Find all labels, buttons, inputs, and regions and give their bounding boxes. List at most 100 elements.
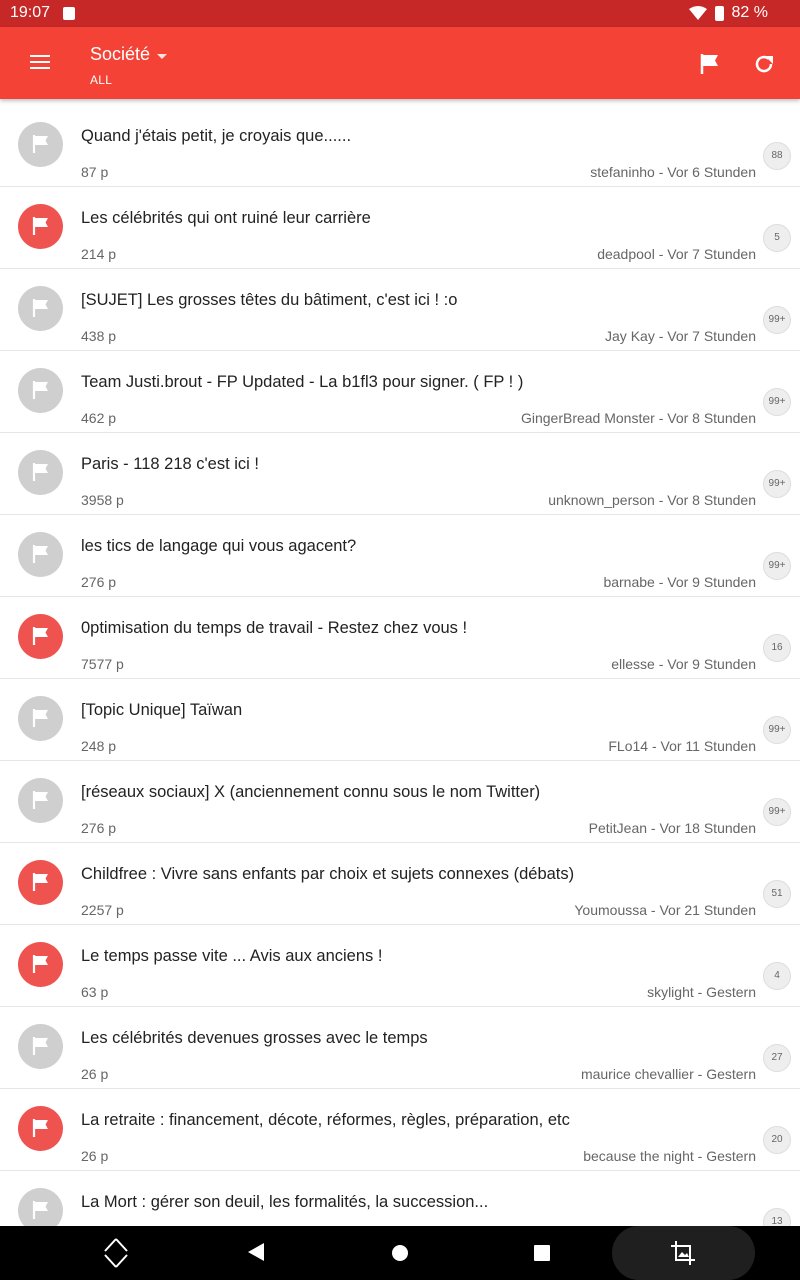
topic-title: 0ptimisation du temps de travail - Reste…: [81, 619, 468, 637]
unread-count-badge: 20: [763, 1126, 791, 1154]
refresh-icon[interactable]: [752, 52, 776, 76]
topic-title: les tics de langage qui vous agacent?: [81, 537, 357, 555]
topic-author-time: ellesse - Vor 9 Stunden: [611, 656, 756, 672]
unread-count-badge: 27: [763, 1044, 791, 1072]
topic-flag-icon[interactable]: [18, 1188, 63, 1226]
topic-pages: 63 p: [81, 984, 109, 1000]
topic-row[interactable]: 0ptimisation du temps de travail - Reste…: [0, 597, 800, 679]
topic-pages: 462 p: [81, 410, 117, 426]
topic-title: Le temps passe vite ... Avis aux anciens…: [81, 947, 383, 965]
unread-count-badge: 99+: [763, 798, 791, 826]
battery-level: 82 %: [731, 4, 768, 21]
topic-pages: 87 p: [81, 164, 109, 180]
unread-count-badge: 99+: [763, 388, 791, 416]
topic-author-time: unknown_person - Vor 8 Stunden: [548, 492, 756, 508]
topic-title: Team Justi.brout - FP Updated - La b1fl3…: [81, 373, 524, 391]
topic-flag-icon[interactable]: [18, 368, 63, 413]
topic-author-time: FLo14 - Vor 11 Stunden: [608, 738, 756, 754]
navigation-bar: [0, 1226, 800, 1280]
topic-pages: 214 p: [81, 246, 117, 262]
back-icon[interactable]: [248, 1243, 264, 1261]
menu-icon[interactable]: [30, 55, 50, 69]
topic-row[interactable]: Les célébrités qui ont ruiné leur carriè…: [0, 187, 800, 269]
topic-title: [Topic Unique] Taïwan: [81, 701, 243, 719]
topic-flag-icon[interactable]: [18, 450, 63, 495]
topic-author-time: because the night - Gestern: [583, 1148, 756, 1164]
unread-count-badge: 51: [763, 880, 791, 908]
topic-flag-icon[interactable]: [18, 532, 63, 577]
topic-pages: 7577 p: [81, 656, 124, 672]
screenshot-icon: [671, 1241, 695, 1265]
topic-flag-icon[interactable]: [18, 1024, 63, 1069]
topic-pages: 26 p: [81, 1066, 109, 1082]
wifi-icon: [688, 6, 707, 20]
topic-title: La retraite : financement, décote, réfor…: [81, 1111, 570, 1129]
app-bar: Société ALL: [0, 27, 800, 99]
topic-row[interactable]: La retraite : financement, décote, réfor…: [0, 1089, 800, 1171]
topic-pages: 248 p: [81, 738, 117, 754]
topic-title: Childfree : Vivre sans enfants par choix…: [81, 865, 575, 883]
status-right: 82 %: [688, 4, 768, 22]
dropdown-caret-icon[interactable]: [157, 54, 167, 59]
topic-row[interactable]: [Topic Unique] Taïwan 248 p FLo14 - Vor 11…: [0, 679, 800, 761]
topic-author-time: barnabe - Vor 9 Stunden: [603, 574, 756, 590]
topic-row[interactable]: Team Justi.brout - FP Updated - La b1fl3…: [0, 351, 800, 433]
topic-pages: 438 p: [81, 328, 117, 344]
topic-author-time: maurice chevallier - Gestern: [580, 1066, 756, 1082]
topic-title: Quand j'étais petit, je croyais que.....…: [81, 127, 352, 145]
topic-pages: 276 p: [81, 820, 117, 836]
topic-row[interactable]: Le temps passe vite ... Avis aux anciens…: [0, 925, 800, 1007]
home-icon[interactable]: [392, 1245, 408, 1261]
topic-author-time: PetitJean - Vor 18 Stunden: [588, 820, 756, 836]
topic-flag-icon[interactable]: [18, 122, 63, 167]
unread-count-badge: 88: [763, 142, 791, 170]
topic-pages: 3958 p: [81, 492, 124, 508]
topic-author-time: deadpool - Vor 7 Stunden: [597, 246, 756, 262]
topic-pages: 26 p: [81, 1148, 109, 1164]
rotate-icon[interactable]: [104, 1237, 128, 1269]
unread-count-badge: 99+: [763, 552, 791, 580]
topic-author-time: stefaninho - Vor 6 Stunden: [590, 164, 756, 180]
topic-author-time: Youmoussa - Vor 21 Stunden: [574, 902, 756, 918]
unread-count-badge: 99+: [763, 306, 791, 334]
topic-title: Les célébrités qui ont ruiné leur carriè…: [81, 209, 371, 227]
screenshot-button[interactable]: [612, 1226, 755, 1280]
topic-row[interactable]: Les célébrités devenues grosses avec le …: [0, 1007, 800, 1089]
battery-icon: [714, 5, 724, 21]
topic-pages: 2257 p: [81, 902, 124, 918]
topic-row[interactable]: [réseaux sociaux] X (anciennement connu …: [0, 761, 800, 843]
topic-title: [réseaux sociaux] X (anciennement connu …: [81, 783, 541, 801]
topic-flag-icon[interactable]: [18, 696, 63, 741]
unread-count-badge: 5: [763, 224, 791, 252]
topic-row[interactable]: les tics de langage qui vous agacent? 276…: [0, 515, 800, 597]
topic-list[interactable]: Quand j'étais petit, je croyais que.....…: [0, 105, 800, 1226]
status-bar: 19:07 82 %: [0, 0, 800, 27]
unread-count-badge: 13: [763, 1208, 791, 1226]
topic-flag-icon[interactable]: [18, 778, 63, 823]
topic-flag-icon[interactable]: [18, 204, 63, 249]
topic-row[interactable]: La Mort : gérer son deuil, les formalité…: [0, 1171, 800, 1226]
topic-flag-icon[interactable]: [18, 1106, 63, 1151]
topic-title: Les célébrités devenues grosses avec le …: [81, 1029, 428, 1047]
unread-count-badge: 16: [763, 634, 791, 662]
unread-count-badge: 4: [763, 962, 791, 990]
topic-row[interactable]: [SUJET] Les grosses têtes du bâtiment, c…: [0, 269, 800, 351]
status-time: 19:07: [10, 4, 51, 21]
recents-icon[interactable]: [534, 1245, 550, 1261]
topic-row[interactable]: Quand j'étais petit, je croyais que.....…: [0, 105, 800, 187]
topic-flag-icon[interactable]: [18, 860, 63, 905]
topic-row[interactable]: Paris - 118 218 c'est ici ! 3958 p unknown…: [0, 433, 800, 515]
topic-row[interactable]: Childfree : Vivre sans enfants par choix…: [0, 843, 800, 925]
topic-title: [SUJET] Les grosses têtes du bâtiment, c…: [81, 291, 458, 309]
sd-card-icon: [63, 7, 75, 20]
topic-flag-icon[interactable]: [18, 942, 63, 987]
forum-subtitle: ALL: [90, 73, 113, 87]
topic-author-time: Jay Kay - Vor 7 Stunden: [605, 328, 756, 344]
topic-title: La Mort : gérer son deuil, les formalité…: [81, 1193, 489, 1211]
topic-flag-icon[interactable]: [18, 614, 63, 659]
topic-title: Paris - 118 218 c'est ici !: [81, 455, 260, 473]
topic-flag-icon[interactable]: [18, 286, 63, 331]
flag-icon[interactable]: [699, 53, 721, 75]
topic-pages: 276 p: [81, 574, 117, 590]
forum-title[interactable]: Société: [90, 44, 150, 65]
